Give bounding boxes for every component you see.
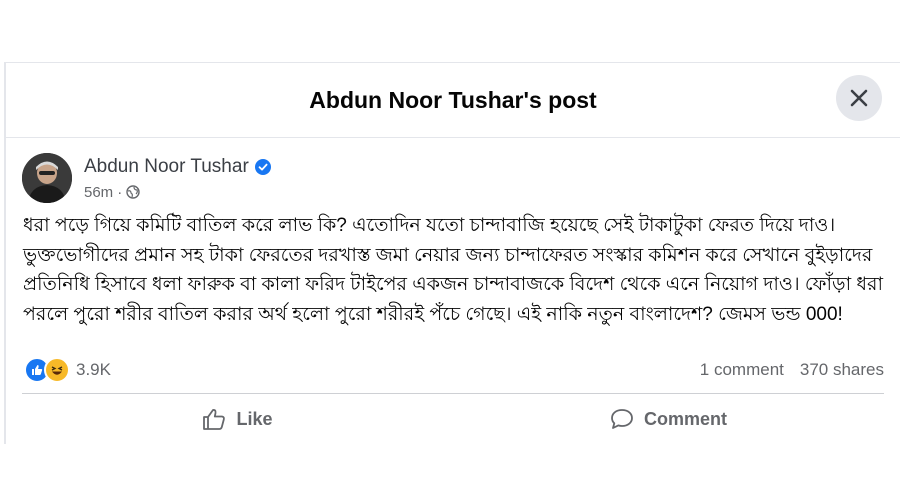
- post-text: ধরা পড়ে গিয়ে কমিটি বাতিল করে লাভ কি? এ…: [23, 215, 883, 325]
- reactions-row: 3.9K 1 comment 370 shares: [24, 357, 884, 383]
- verified-badge-icon: [254, 158, 271, 175]
- post-dialog: Abdun Noor Tushar's post Abdun Noor Tush…: [4, 62, 900, 444]
- comment-button[interactable]: Comment: [453, 399, 884, 439]
- globe-icon: [126, 185, 140, 199]
- reactions-summary[interactable]: 3.9K: [24, 357, 111, 383]
- reaction-icons: [24, 357, 70, 383]
- author-name-line: Abdun Noor Tushar: [84, 156, 271, 178]
- share-count-link[interactable]: 370 shares: [800, 360, 884, 380]
- separator-dot: ·: [117, 183, 123, 201]
- reaction-count: 3.9K: [76, 360, 111, 379]
- close-button[interactable]: [836, 75, 882, 121]
- engagement-stats: 1 comment 370 shares: [700, 360, 884, 380]
- author-name[interactable]: Abdun Noor Tushar: [84, 156, 249, 178]
- comment-bubble-icon: [611, 409, 633, 429]
- like-button[interactable]: Like: [22, 399, 453, 439]
- dialog-header: Abdun Noor Tushar's post: [6, 63, 900, 138]
- comment-count-link[interactable]: 1 comment: [700, 360, 784, 380]
- comment-label: Comment: [643, 408, 727, 429]
- haha-reaction-icon: [44, 357, 70, 383]
- dialog-title: Abdun Noor Tushar's post: [309, 86, 597, 113]
- post-actions: Like Comment: [22, 399, 884, 439]
- post-author-row: Abdun Noor Tushar 56m ·: [22, 153, 271, 203]
- author-meta: Abdun Noor Tushar 56m ·: [84, 156, 271, 201]
- post-timestamp-line: 56m ·: [84, 184, 271, 201]
- post-time[interactable]: 56m: [84, 184, 113, 201]
- thumbs-up-icon: [203, 409, 226, 430]
- like-label: Like: [236, 408, 273, 429]
- action-divider: [22, 393, 884, 394]
- close-icon: [850, 89, 868, 107]
- avatar[interactable]: [22, 153, 72, 203]
